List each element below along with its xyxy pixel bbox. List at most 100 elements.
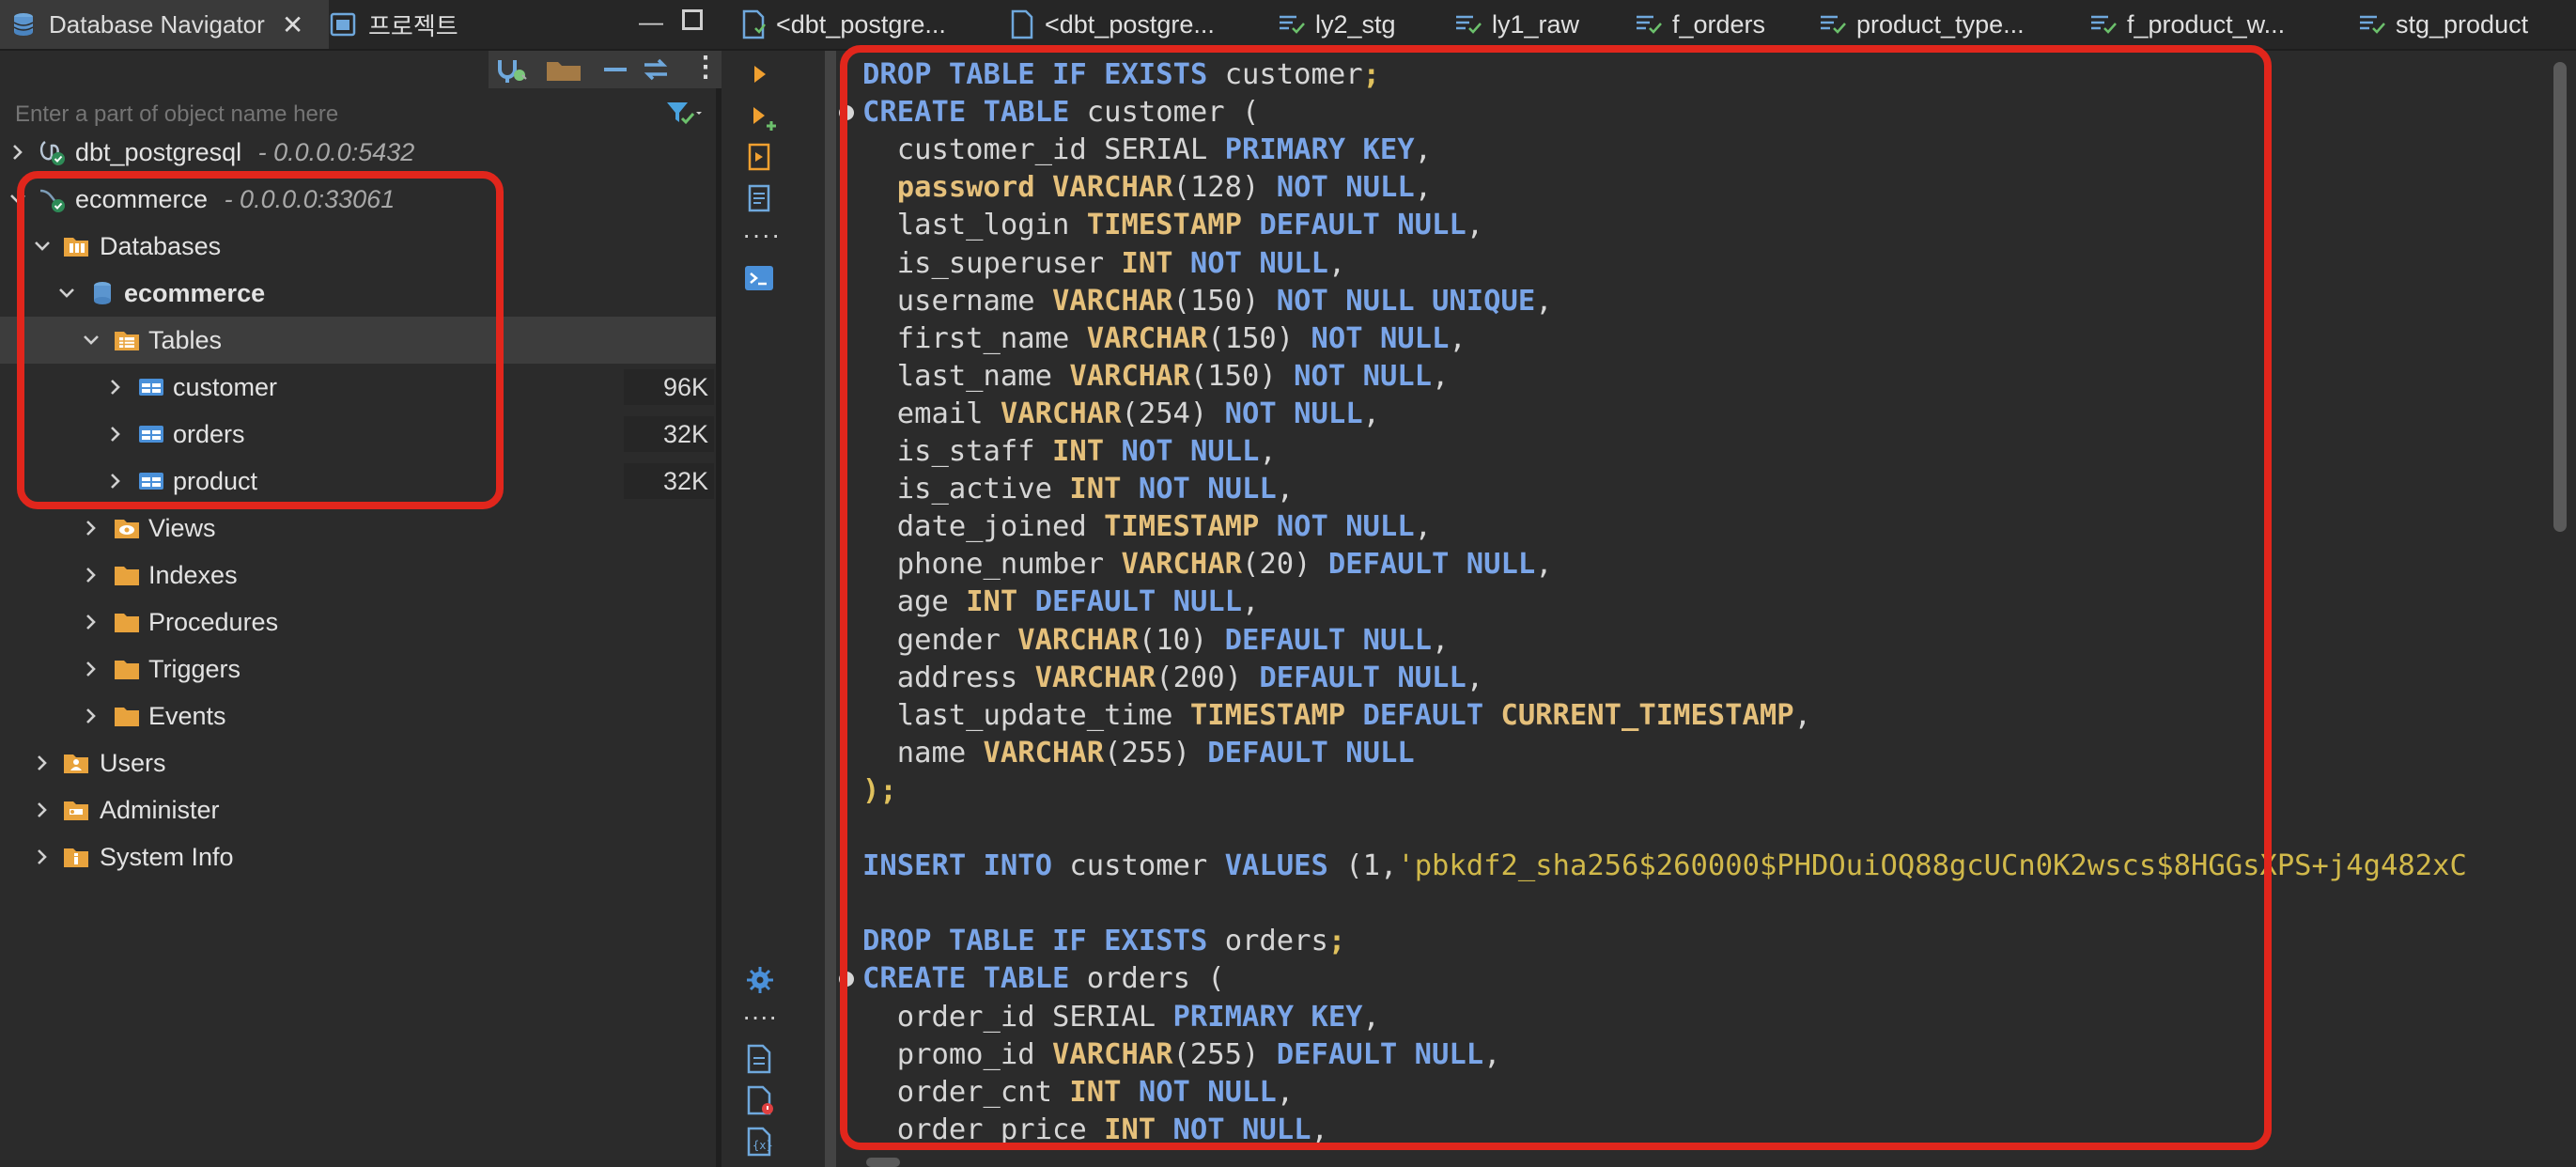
chevron-right-icon[interactable] [30,798,54,822]
maximize-icon[interactable] [682,9,703,30]
horizontal-scrollbar-thumb[interactable] [866,1158,900,1167]
chevron-right-icon[interactable] [30,751,54,775]
project-icon [330,12,356,37]
editor-tab-dbt-postgre-2[interactable]: <dbt_postgre... [1009,0,1215,49]
chevron-right-icon[interactable] [79,610,103,634]
new-connection-icon[interactable] [494,54,528,85]
sql-file-icon [1456,15,1482,34]
scrollbar-thumb[interactable] [2553,62,2567,532]
sql-file-icon [2360,15,2385,34]
editor-tab-ly2-stg[interactable]: ly2_stg [1278,0,1396,49]
variables-icon[interactable]: {x} [744,1126,776,1158]
tree-item-indexes[interactable]: Indexes [0,552,716,599]
tree-item-label: Indexes [148,561,238,589]
folder-icon [115,567,139,585]
sql-file-icon [1821,15,1846,34]
chevron-right-icon[interactable] [79,516,103,540]
chevron-right-icon[interactable] [79,657,103,681]
explain-plan-icon[interactable] [744,182,776,214]
tree-item-events[interactable]: Events [0,692,716,739]
editor-ruler [825,51,836,1167]
execute-statement-icon[interactable] [746,60,774,88]
tree-item-system-info[interactable]: System Info [0,833,716,880]
editor-tab-label: f_orders [1672,9,1766,39]
users-folder-icon [64,755,88,773]
editor-tab-f-orders[interactable]: f_orders [1635,0,1765,49]
system-info-folder-icon [64,848,88,867]
chevron-right-icon[interactable] [79,704,103,728]
terminal-icon[interactable] [742,263,776,293]
navigator-toolbar: ⋮ [0,49,722,90]
execute-in-new-tab-icon[interactable] [746,101,778,133]
editor-tab-label: ly2_stg [1315,9,1396,39]
administer-folder-icon [64,801,88,820]
tree-item-users[interactable]: Users [0,739,716,786]
tree-item-views[interactable]: Views [0,505,716,552]
tree-item-label: Triggers [148,655,241,683]
editor-tab-label: product_type... [1856,9,2025,39]
tree-item-label: dbt_postgresql - 0.0.0.0:5432 [75,138,415,166]
output-log-icon[interactable] [744,1043,774,1075]
problems-icon[interactable] [744,1084,776,1116]
editor-tab-label: stg_product [2396,9,2529,39]
chevron-right-icon[interactable] [79,563,103,587]
tree-item-triggers[interactable]: Triggers [0,646,716,692]
editor-tab-label: <dbt_postgre... [1045,9,1215,39]
close-icon[interactable]: ✕ [282,9,303,40]
folder-icon [115,708,139,726]
sql-script-icon [742,9,766,39]
collapse-all-icon[interactable] [601,60,629,79]
filter-icon[interactable] [665,100,703,128]
editor-tab-dbt-postgre-1[interactable]: <dbt_postgre... [740,0,946,49]
sql-file-icon [2091,15,2117,34]
sql-script-icon [1011,9,1033,39]
tab-label: 프로젝트 [368,11,458,40]
settings-gear-icon[interactable] [744,964,776,996]
editor-tab-stg-product[interactable]: stg_product [2358,0,2528,49]
editor-tab-label: f_product_w... [2127,9,2286,39]
table-size: 96K [624,369,714,405]
editor-tab-f-product-w[interactable]: f_product_w... [2089,0,2285,49]
tree-item-label: Users [100,749,166,777]
table-size: 32K [624,416,714,452]
postgres-connection-icon [39,140,65,165]
left-panel-tabbar: Database Navigator ✕ 프로젝트 — [0,0,722,51]
folder-link-icon[interactable] [545,56,582,83]
object-filter-input[interactable] [13,96,656,133]
tree-item-dbt-postgresql[interactable]: dbt_postgresql - 0.0.0.0:5432 [0,129,716,176]
tree-item-label: Views [148,514,216,542]
link-with-editor-icon[interactable] [641,56,671,83]
minimize-icon[interactable]: — [639,8,663,37]
editor-tab-label: <dbt_postgre... [776,9,946,39]
tab-label: Database Navigator [49,9,265,39]
tree-item-label: Administer [100,796,220,824]
tree-item-label: Procedures [148,608,279,636]
editor-vertical-scrollbar[interactable] [2546,51,2576,1167]
editor-tab-label: ly1_raw [1492,9,1580,39]
editor-tab-product-type[interactable]: product_type... [1819,0,2025,49]
table-size: 32K [624,463,714,499]
chevron-right-icon[interactable] [30,845,54,869]
tab-project[interactable]: 프로젝트 [329,0,517,49]
highlight-box-navigator [17,171,504,509]
folder-icon [115,661,139,679]
execute-script-icon[interactable] [744,141,776,173]
svg-text:{x}: {x} [753,1139,773,1152]
more-icon[interactable]: ···· [742,220,781,250]
sql-file-icon [1637,15,1662,34]
tree-item-label: Events [148,702,226,730]
database-stack-icon [13,13,34,36]
more-options-icon[interactable]: ⋮ [691,51,720,84]
sql-file-icon [1280,15,1305,34]
tab-database-navigator[interactable]: Database Navigator ✕ [0,0,329,49]
editor-tab-ly1-raw[interactable]: ly1_raw [1454,0,1579,49]
tree-item-administer[interactable]: Administer [0,786,716,833]
more-icon[interactable]: ···· [742,1002,777,1032]
tree-item-procedures[interactable]: Procedures [0,599,716,646]
editor-side-toolbar: ···· ···· {x} [722,51,825,1167]
views-folder-icon [115,520,139,538]
highlight-box-sql [840,45,2272,1150]
editor-tabbar: <dbt_postgre... <dbt_postgre... ly2_stg … [722,0,2576,51]
tree-item-label: System Info [100,843,234,871]
chevron-right-icon[interactable] [6,140,30,164]
